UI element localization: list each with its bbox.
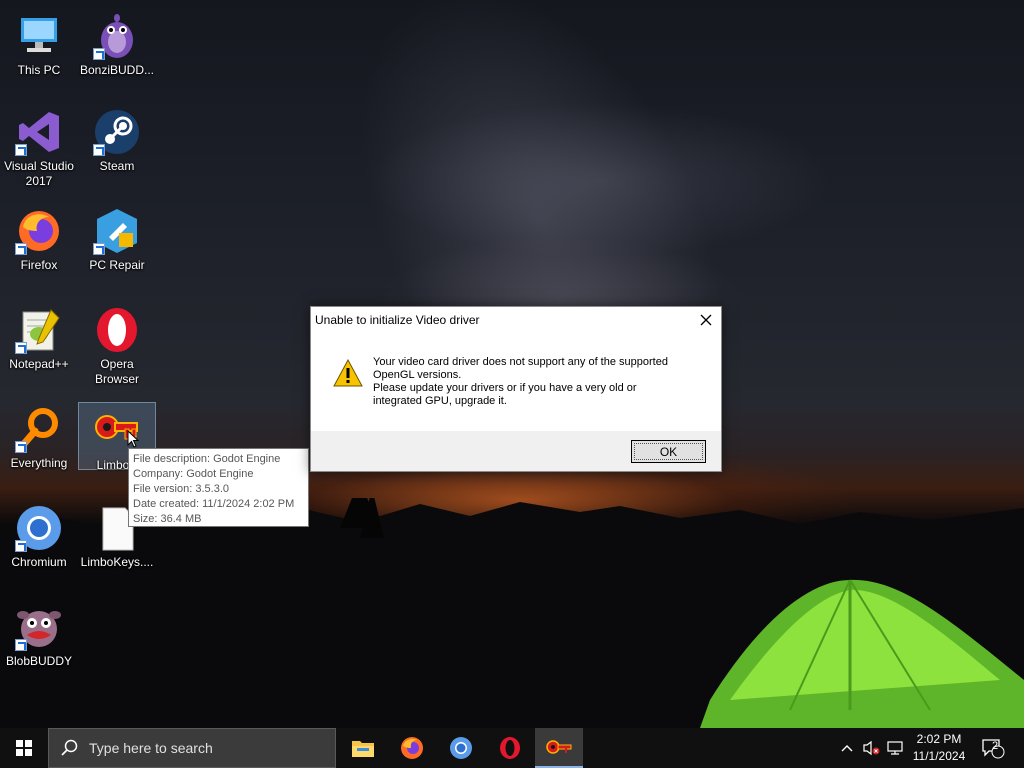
desktop-icon-chromium[interactable]: Chromium bbox=[0, 500, 78, 570]
network-icon bbox=[887, 741, 903, 755]
shortcut-arrow-icon bbox=[93, 243, 105, 255]
shortcut-arrow-icon bbox=[15, 639, 27, 651]
desktop-icon-label: BlobBUDDY bbox=[5, 654, 73, 668]
start-button[interactable] bbox=[0, 728, 48, 768]
taskbar-opera[interactable] bbox=[486, 728, 534, 768]
desktop-icon-firefox[interactable]: Firefox bbox=[0, 203, 78, 273]
tooltip-line: Company: Godot Engine bbox=[133, 468, 254, 480]
ok-button[interactable]: OK bbox=[631, 440, 706, 463]
taskbar: Type here to search 2:02 PM 11/1/2024 2 bbox=[0, 728, 1024, 768]
volume-muted-icon bbox=[863, 740, 880, 756]
desktop-icon-label: LimboKeys.... bbox=[80, 555, 154, 569]
desktop-icon-everything[interactable]: Everything bbox=[0, 401, 78, 471]
tooltip-line: Date created: 11/1/2024 2:02 PM bbox=[133, 498, 295, 510]
desktop-icon-blobbuddy[interactable]: BlobBUDDY bbox=[0, 599, 78, 669]
dialog-message-line: Your video card driver does not support … bbox=[373, 356, 668, 368]
search-placeholder: Type here to search bbox=[89, 740, 213, 756]
chevron-up-icon bbox=[841, 745, 853, 752]
dialog-close-button[interactable] bbox=[691, 307, 721, 333]
warning-icon bbox=[333, 359, 363, 387]
desktop-icon-visual-studio[interactable]: Visual Studio 2017 bbox=[0, 104, 78, 189]
opera-icon bbox=[93, 306, 141, 354]
taskbar-clock[interactable]: 2:02 PM 11/1/2024 bbox=[906, 731, 972, 765]
desktop-icon-steam[interactable]: Steam bbox=[78, 104, 156, 174]
dialog-message-line: integrated GPU, upgrade it. bbox=[373, 395, 507, 407]
chromium-icon bbox=[450, 737, 472, 759]
chromium-icon bbox=[15, 504, 63, 552]
dialog-footer: OK bbox=[311, 431, 721, 471]
limbokeys-icon bbox=[546, 740, 572, 754]
windows-logo-icon bbox=[16, 740, 32, 756]
taskbar-chromium[interactable] bbox=[437, 728, 485, 768]
search-icon bbox=[61, 739, 78, 756]
file-explorer-icon bbox=[352, 741, 374, 757]
desktop-icon-label: BonziBUDD... bbox=[79, 63, 155, 77]
opera-icon bbox=[500, 737, 520, 759]
tray-network-button[interactable] bbox=[884, 728, 906, 768]
shortcut-arrow-icon bbox=[93, 48, 105, 60]
steam-icon bbox=[93, 108, 141, 156]
close-icon bbox=[700, 314, 712, 326]
desktop-icon-label: Everything bbox=[10, 456, 68, 470]
wallpaper-tent bbox=[700, 579, 1024, 728]
clock-time: 2:02 PM bbox=[916, 732, 962, 746]
desktop-icon-label: Firefox bbox=[20, 258, 58, 272]
taskbar-search-box[interactable]: Type here to search bbox=[48, 728, 336, 768]
taskbar-firefox[interactable] bbox=[388, 728, 436, 768]
firefox-icon bbox=[401, 737, 423, 759]
desktop-icon-this-pc[interactable]: This PC bbox=[0, 8, 78, 78]
shortcut-arrow-icon bbox=[93, 144, 105, 156]
tray-show-hidden-button[interactable] bbox=[838, 728, 856, 768]
shortcut-arrow-icon bbox=[15, 144, 27, 156]
clock-date: 11/1/2024 bbox=[912, 749, 966, 763]
error-dialog: Unable to initialize Video driver Your v… bbox=[310, 306, 722, 472]
file-info-tooltip: File description: Godot Engine Company: … bbox=[128, 448, 309, 527]
desktop-icon-opera[interactable]: Opera Browser bbox=[78, 302, 156, 387]
desktop-icon-label: This PC bbox=[17, 63, 61, 77]
shortcut-arrow-icon bbox=[15, 342, 27, 354]
shortcut-arrow-icon bbox=[15, 540, 27, 552]
dialog-message: Your video card driver does not support … bbox=[373, 356, 703, 408]
pc-repair-icon bbox=[93, 207, 141, 255]
desktop-icon-label: Opera Browser bbox=[94, 357, 139, 386]
desktop-icon-label: PC Repair bbox=[89, 258, 145, 272]
bonzibuddy-icon bbox=[93, 12, 141, 60]
shortcut-arrow-icon bbox=[15, 441, 27, 453]
action-center-button[interactable]: 2 bbox=[978, 728, 1008, 768]
taskbar-limbokeys[interactable] bbox=[535, 728, 583, 768]
dialog-message-line: OpenGL versions. bbox=[373, 369, 462, 381]
desktop-icon-pc-repair[interactable]: PC Repair bbox=[78, 203, 156, 273]
taskbar-file-explorer[interactable] bbox=[339, 728, 387, 768]
this-pc-icon bbox=[15, 12, 63, 60]
blobbuddy-icon bbox=[15, 603, 63, 651]
tooltip-line: File description: Godot Engine bbox=[133, 453, 281, 465]
tooltip-line: File version: 3.5.3.0 bbox=[133, 483, 229, 495]
dialog-message-line: Please update your drivers or if you hav… bbox=[373, 382, 637, 394]
desktop-icon-bonzibuddy[interactable]: BonziBUDD... bbox=[78, 8, 156, 78]
desktop-icon-label: Steam bbox=[99, 159, 135, 173]
desktop-icon-label: Notepad++ bbox=[9, 357, 69, 371]
dialog-title: Unable to initialize Video driver bbox=[315, 313, 480, 327]
dialog-body: Your video card driver does not support … bbox=[311, 337, 721, 431]
desktop-icon-label: Chromium bbox=[11, 555, 67, 569]
visual-studio-icon bbox=[15, 108, 63, 156]
desktop-icon-label: Visual Studio 2017 bbox=[4, 159, 74, 188]
tray-volume-button[interactable] bbox=[860, 728, 882, 768]
notification-count: 2 bbox=[991, 740, 999, 752]
mouse-cursor-icon bbox=[127, 430, 139, 448]
shortcut-arrow-icon bbox=[15, 243, 27, 255]
tooltip-line: Size: 36.4 MB bbox=[133, 513, 202, 525]
everything-icon bbox=[15, 405, 63, 453]
desktop-icon-notepadpp[interactable]: Notepad++ bbox=[0, 302, 78, 372]
notepadpp-icon bbox=[15, 306, 63, 354]
firefox-icon bbox=[15, 207, 63, 255]
